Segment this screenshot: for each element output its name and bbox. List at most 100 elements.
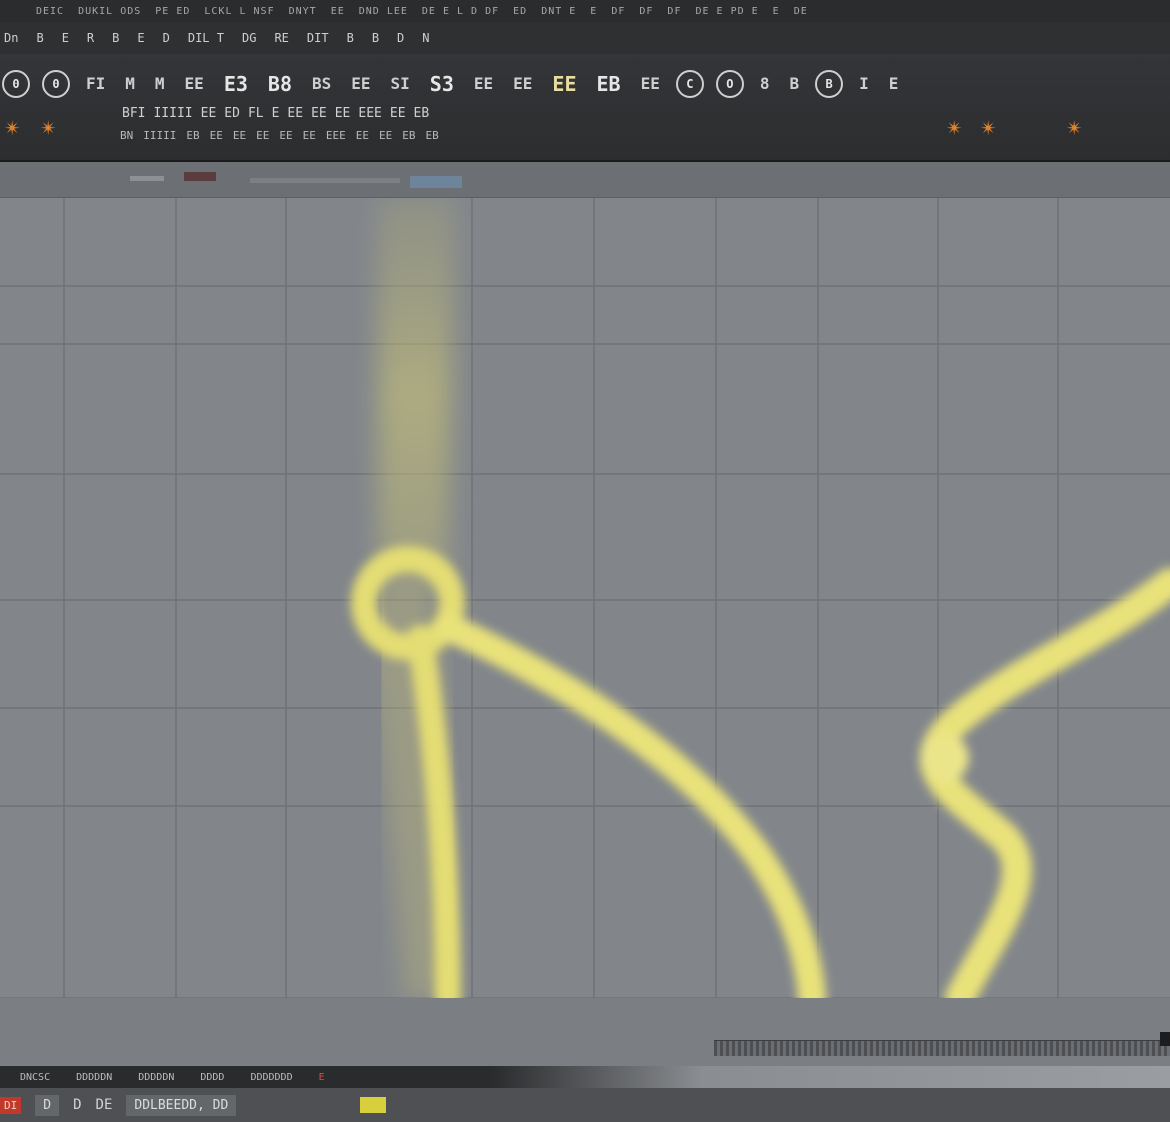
command-field[interactable]: D [35, 1094, 60, 1116]
e3-tool-icon[interactable]: E3 [220, 70, 252, 98]
orange-tool-icon[interactable]: ✴ [980, 116, 997, 140]
shelf-tool-button[interactable]: EEE [326, 129, 346, 142]
b-tool-icon[interactable]: B [786, 70, 804, 98]
shelf-tool-button[interactable]: EE [279, 129, 292, 142]
spline-curves[interactable] [351, 546, 1170, 998]
shelf-tool-button[interactable]: BFI [122, 106, 145, 121]
bs-tool-icon[interactable]: BS [308, 70, 335, 98]
orange-tool-icon[interactable]: ✴ [4, 116, 21, 140]
sub-menu-item[interactable]: B [347, 31, 354, 45]
record-indicator[interactable]: DI [0, 1096, 22, 1114]
sub-menu-item[interactable]: B [372, 31, 379, 45]
sub-menu-item[interactable]: E [62, 31, 69, 45]
shelf-tool-button[interactable]: EB [426, 129, 439, 142]
menu-item[interactable]: DE [794, 6, 808, 17]
shelf-tool-button[interactable]: EE [356, 129, 369, 142]
e-tool-icon[interactable]: E [885, 70, 903, 98]
grid-tool-icon[interactable]: EE [548, 70, 580, 98]
menu-item[interactable]: DF [667, 6, 681, 17]
shelf-tool-button[interactable]: EE [335, 106, 351, 121]
sub-menu-item[interactable]: DIL T [188, 31, 224, 45]
menu-item[interactable]: DE E L D DF [422, 6, 499, 17]
c-tool-icon[interactable]: C [675, 70, 704, 98]
orange-tool-icon[interactable]: ✴ [946, 116, 963, 140]
viewport-canvas[interactable] [0, 198, 1170, 998]
menu-item[interactable]: E [590, 6, 597, 17]
sub-menu-item[interactable]: DG [242, 31, 256, 45]
circle-tool-icon[interactable]: 0 [2, 70, 30, 98]
timeline-end-handle[interactable] [1160, 1032, 1170, 1046]
eight-tool-icon[interactable]: 8 [756, 70, 774, 98]
menu-item[interactable]: DE E PD E [695, 6, 758, 17]
orange-tool-icon[interactable]: ✴ [40, 116, 57, 140]
shelf-tool-button[interactable]: EEE [358, 106, 381, 121]
shelf-tool-button[interactable]: EE [379, 129, 392, 142]
menu-item[interactable]: DF [611, 6, 625, 17]
m-tool-icon[interactable]: M [121, 70, 139, 98]
shelf-tool-button[interactable]: IIIII [143, 129, 176, 142]
eb-tool-icon[interactable]: EB [593, 70, 625, 98]
shelf-tool-button[interactable]: E [272, 106, 280, 121]
menu-item[interactable]: DNT E [541, 6, 576, 17]
app-window: DEIC DUKIL ODS PE ED LCKL L NSF DNYT EE … [0, 0, 1170, 1122]
s3-tool-icon[interactable]: S3 [426, 70, 458, 98]
active-key-indicator[interactable] [360, 1097, 387, 1113]
menu-item[interactable]: DUKIL ODS [78, 6, 141, 17]
menu-item[interactable]: DNYT [289, 6, 317, 17]
menu-item[interactable]: LCKL L NSF [204, 6, 274, 17]
shelf-tool-button[interactable]: EE [311, 106, 327, 121]
i-tool-icon[interactable]: I [855, 70, 873, 98]
menu-item[interactable]: E [773, 6, 780, 17]
grid-tool-icon[interactable]: EE [470, 70, 497, 98]
sub-menu-item[interactable]: DIT [307, 31, 329, 45]
shelf-tool-button[interactable]: EB [402, 129, 415, 142]
spline-curve-middle[interactable] [436, 614, 826, 998]
shelf-tool-button[interactable]: EE [233, 129, 246, 142]
viewport[interactable] [0, 198, 1170, 998]
menu-item[interactable]: DF [639, 6, 653, 17]
b-tool-icon[interactable]: B [815, 70, 844, 98]
si-tool-icon[interactable]: SI [387, 70, 414, 98]
grid-tool-icon[interactable]: EE [347, 70, 374, 98]
sub-menu-item[interactable]: R [87, 31, 94, 45]
menu-item[interactable]: PE ED [155, 6, 190, 17]
shelf-tool-button[interactable]: EB [414, 106, 430, 121]
timeline-slider[interactable] [714, 1040, 1170, 1056]
shelf-tool-button[interactable]: ED [224, 106, 240, 121]
menu-item[interactable]: DEIC [36, 6, 64, 17]
sub-menu-item[interactable]: E [137, 31, 144, 45]
menu-item[interactable]: DND LEE [359, 6, 408, 17]
spline-curve-right[interactable] [920, 568, 1170, 998]
sub-menu-item[interactable]: D [163, 31, 170, 45]
sub-menu-item[interactable]: B [112, 31, 119, 45]
shelf-tool-button[interactable]: EE [210, 129, 223, 142]
menu-item[interactable]: EE [331, 6, 345, 17]
shelf-tool-button[interactable]: EE [256, 129, 269, 142]
shelf-tool-button[interactable]: EE [201, 106, 217, 121]
sub-menu-item[interactable]: N [422, 31, 429, 45]
menu-item[interactable]: ED [513, 6, 527, 17]
m-tool-icon[interactable]: M [151, 70, 169, 98]
command-input[interactable]: DDLBEEDD, DD [126, 1094, 237, 1116]
o-tool-icon[interactable]: O [715, 70, 744, 98]
sub-menu-item[interactable]: B [36, 31, 43, 45]
shelf-tool-button[interactable]: EE [287, 106, 303, 121]
orange-tool-icon[interactable]: ✴ [1066, 116, 1083, 140]
shelf-tool-button[interactable]: EB [186, 129, 199, 142]
shelf-tool-button[interactable]: EE [390, 106, 406, 121]
shelf-tool-button[interactable]: IIIII [153, 106, 192, 121]
grid-tool-icon[interactable]: EE [637, 70, 664, 98]
sub-menu-item[interactable]: D [397, 31, 404, 45]
grid-tool-icon[interactable]: EE [509, 70, 536, 98]
sub-menu-item[interactable]: Dn [4, 31, 18, 45]
shelf-tool-button[interactable]: BN [120, 129, 133, 142]
f-tool-icon[interactable]: FI [82, 70, 109, 98]
b8-tool-icon[interactable]: B8 [264, 70, 296, 98]
shelf-tool-button[interactable]: FL [248, 106, 264, 121]
grid-tool-icon[interactable]: EE [181, 70, 208, 98]
vertical-glow-beam [378, 198, 455, 588]
shelf-tool-button[interactable]: EE [303, 129, 316, 142]
viewport-header-active-tab[interactable] [410, 176, 462, 188]
sub-menu-item[interactable]: RE [274, 31, 288, 45]
circle-tool-icon[interactable]: 0 [42, 70, 70, 98]
